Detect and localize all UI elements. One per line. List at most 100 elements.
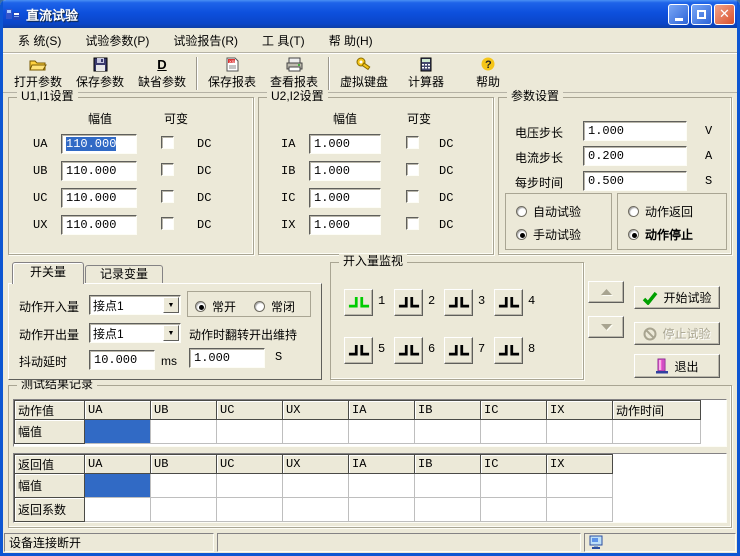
calculator-button[interactable]: 计算器 xyxy=(395,56,457,91)
result-cell[interactable] xyxy=(217,474,283,498)
contact-button-4[interactable] xyxy=(494,289,523,316)
save-report-button[interactable]: XSL 保存报表 xyxy=(201,56,263,91)
uc-amplitude-input[interactable]: 110.000 xyxy=(61,188,137,208)
contact-button-5[interactable] xyxy=(344,337,373,364)
titlebar: 直流试验 ✕ xyxy=(0,0,740,28)
contact-button-1[interactable] xyxy=(344,289,373,316)
result-cell[interactable] xyxy=(481,420,547,444)
tab-switch-quantity[interactable]: 开关量 xyxy=(12,262,84,284)
result-cell[interactable] xyxy=(283,420,349,444)
ix-dc-checkbox[interactable] xyxy=(406,217,419,230)
channel-label: IB xyxy=(281,164,295,178)
result-cell[interactable] xyxy=(547,474,613,498)
result-cell[interactable] xyxy=(349,498,415,522)
contact-open-icon xyxy=(348,343,370,358)
hold-time-input[interactable]: 1.000 xyxy=(189,348,265,368)
action-return-radio[interactable]: 动作返回 xyxy=(628,203,693,220)
current-step-input[interactable]: 0.200 xyxy=(583,146,687,166)
action-output-combo[interactable]: 接点1 ▼ xyxy=(89,323,181,343)
dc-label: DC xyxy=(439,191,453,205)
contact-number: 1 xyxy=(378,294,385,308)
result-cell[interactable] xyxy=(349,474,415,498)
contact-button-2[interactable] xyxy=(394,289,423,316)
result-cell[interactable] xyxy=(415,498,481,522)
view-report-button[interactable]: 查看报表 xyxy=(263,56,325,91)
channel-label: UB xyxy=(33,164,47,178)
result-cell[interactable] xyxy=(217,420,283,444)
close-button[interactable]: ✕ xyxy=(714,4,735,25)
action-stop-radio[interactable]: 动作停止 xyxy=(628,226,693,243)
row-header: 幅值 xyxy=(15,474,85,498)
auto-test-radio[interactable]: 自动试验 xyxy=(516,203,581,220)
manual-test-radio[interactable]: 手动试验 xyxy=(516,226,581,243)
result-cell-selected[interactable] xyxy=(85,420,151,444)
voltage-step-input[interactable]: 1.000 xyxy=(583,121,687,141)
result-cell[interactable] xyxy=(151,498,217,522)
action-input-combo[interactable]: 接点1 ▼ xyxy=(89,295,181,315)
ua-dc-checkbox[interactable] xyxy=(161,136,174,149)
ic-amplitude-input[interactable]: 1.000 xyxy=(309,188,381,208)
uc-dc-checkbox[interactable] xyxy=(161,190,174,203)
default-params-button[interactable]: D 缺省参数 xyxy=(131,56,193,91)
result-cell[interactable] xyxy=(481,474,547,498)
ia-amplitude-input[interactable]: 1.000 xyxy=(309,134,381,154)
ib-dc-checkbox[interactable] xyxy=(406,163,419,176)
contact-button-8[interactable] xyxy=(494,337,523,364)
menu-test-params[interactable]: 试验参数(P) xyxy=(76,30,158,51)
menu-test-report[interactable]: 试验报告(R) xyxy=(164,30,247,51)
virtual-keyboard-button[interactable]: 虚拟键盘 xyxy=(333,56,395,91)
ux-dc-checkbox[interactable] xyxy=(161,217,174,230)
ic-dc-checkbox[interactable] xyxy=(406,190,419,203)
contact-open-icon xyxy=(398,343,420,358)
exit-button[interactable]: 退出 xyxy=(634,354,720,378)
save-params-button[interactable]: 保存参数 xyxy=(69,56,131,91)
result-cell[interactable] xyxy=(283,498,349,522)
jitter-delay-input[interactable]: 10.000 xyxy=(89,350,155,370)
ux-amplitude-input[interactable]: 110.000 xyxy=(61,215,137,235)
maximize-button[interactable] xyxy=(691,4,712,25)
menu-tools[interactable]: 工 具(T) xyxy=(253,30,314,51)
result-cell[interactable] xyxy=(151,420,217,444)
hold-label: 动作时翻转开出维持 xyxy=(189,326,297,343)
result-cell[interactable] xyxy=(85,498,151,522)
result-cell[interactable] xyxy=(415,420,481,444)
result-cell[interactable] xyxy=(349,420,415,444)
result-cell[interactable] xyxy=(613,420,701,444)
contact-button-7[interactable] xyxy=(444,337,473,364)
ua-amplitude-input[interactable]: 110.000 xyxy=(61,134,137,154)
ib-amplitude-input[interactable]: 1.000 xyxy=(309,161,381,181)
result-cell[interactable] xyxy=(283,474,349,498)
ub-dc-checkbox[interactable] xyxy=(161,163,174,176)
result-cell[interactable] xyxy=(151,474,217,498)
help-button[interactable]: ? 帮助 xyxy=(457,56,519,91)
result-cell[interactable] xyxy=(547,420,613,444)
result-cell[interactable] xyxy=(547,498,613,522)
normally-closed-radio[interactable]: 常闭 xyxy=(254,298,295,315)
contact-button-3[interactable] xyxy=(444,289,473,316)
minimize-button[interactable] xyxy=(668,4,689,25)
result-cell[interactable] xyxy=(415,474,481,498)
toolbar-label: 打开参数 xyxy=(14,73,62,90)
col-header: UA xyxy=(85,401,151,420)
current-unit: A xyxy=(705,149,712,163)
ia-dc-checkbox[interactable] xyxy=(406,136,419,149)
input-monitor-panel: 开入量监视 1 2 3 4 5 6 7 8 xyxy=(330,262,584,380)
chevron-down-icon: ▼ xyxy=(163,325,179,341)
check-icon xyxy=(642,291,658,305)
dc-label: DC xyxy=(439,218,453,232)
printer-icon xyxy=(286,57,303,72)
start-test-button[interactable]: 开始试验 xyxy=(634,286,720,309)
result-cell-selected[interactable] xyxy=(85,474,151,498)
ub-amplitude-input[interactable]: 110.000 xyxy=(61,161,137,181)
contact-number: 8 xyxy=(528,342,535,356)
result-cell[interactable] xyxy=(481,498,547,522)
ix-amplitude-input[interactable]: 1.000 xyxy=(309,215,381,235)
result-cell[interactable] xyxy=(217,498,283,522)
menu-help[interactable]: 帮 助(H) xyxy=(320,30,382,51)
open-params-button[interactable]: 打开参数 xyxy=(7,56,69,91)
menu-system[interactable]: 系 统(S) xyxy=(9,30,70,51)
normally-open-radio[interactable]: 常开 xyxy=(195,298,236,315)
contact-button-6[interactable] xyxy=(394,337,423,364)
tab-record-variable[interactable]: 记录变量 xyxy=(85,265,163,283)
step-time-input[interactable]: 0.500 xyxy=(583,171,687,191)
